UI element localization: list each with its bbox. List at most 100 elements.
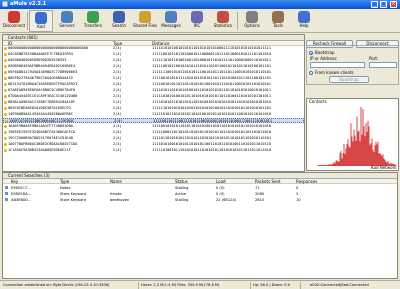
close-button[interactable]: × (390, 1, 397, 8)
contact-type: 2(4) (113, 64, 122, 68)
toolbar: Disconnect Kad Servers Transfers Search … (0, 9, 400, 33)
bootstrap-group: Bootstrap IP or Address: Port: From know… (306, 45, 399, 85)
toolbar-disconnect-button[interactable]: Disconnect (2, 10, 26, 32)
toolbar-shared-files-button[interactable]: Shared Files (133, 10, 157, 32)
toolbar-transfers-button[interactable]: Transfers (81, 10, 105, 32)
known-clients-radio[interactable] (309, 71, 313, 75)
toolbar-kad-button[interactable]: Kad (29, 10, 53, 32)
contact-row[interactable]: 05DB5D6459AF9BB4A94ED402C65B6E4 2(4) 11111… (3, 64, 304, 69)
contact-distance: 1111011010101011010101101010110101011010… (152, 136, 271, 140)
contact-type: 2(4) (113, 112, 122, 116)
contact-row[interactable]: 07A8FA8949E0F6AC0B0C5C4D0E784F8 2(4) 11110… (3, 88, 304, 93)
ip-address-input[interactable] (310, 62, 365, 68)
contact-icon (4, 131, 7, 134)
contact-distance: 1111110101010101010110101010100101101010… (152, 106, 271, 110)
contact-icon (4, 59, 7, 62)
known-clients-label: From known clients (315, 70, 354, 75)
contact-id: 04D3805D5D05D9D5DD2D3530353 (8, 58, 67, 62)
contact-distance: 1111101010100101011010101010101101101001… (152, 94, 271, 98)
contact-id: 1C1A9AC9A3DB423AA605E5DE0E21F (8, 148, 71, 152)
contact-row[interactable]: 04C05BB75E50B4A0AFE7C7BEA3CB94 2(4) 111110… (3, 52, 304, 57)
bootstrap-button[interactable]: Bootstrap (329, 76, 369, 83)
contact-id: 16A6F5B0A6F9B01AA3CF7748D01D8A (8, 124, 73, 128)
contact-icon (4, 125, 7, 128)
contact-row[interactable]: 19655E2593F324DA5BCFA4360CAEFCA 2(4) 11111… (3, 130, 304, 135)
contact-row[interactable]: 0000000000000000000000000000000000000 2(4… (3, 46, 304, 51)
search-row[interactable]: AB3E6A0... Store Keyword beethoven Stalling… (3, 197, 397, 203)
contacts-histogram (317, 107, 397, 166)
contact-id: 07A8FA8949E0F6AC0B0C5C4D0E784F8 (8, 88, 76, 92)
toolbar-tools-button[interactable]: Tools (266, 10, 290, 32)
contact-id: 06EFB2279A4679DCC6A4CDAB5AA432 (8, 76, 73, 80)
contact-type: 2(4) (113, 124, 122, 128)
kad-side-pane: Recheck Firewall Disconnect Bootstrap IP… (306, 34, 400, 172)
statistics-icon (217, 11, 229, 23)
contact-row[interactable]: 0D9C8CBEA6E82A1D0C5B7A1E0EC93 2(4) 1111110… (3, 106, 304, 111)
irc-icon (191, 11, 203, 23)
contact-icon (4, 107, 7, 110)
status-users-files: Users: 2.2 M(1.4 M) Files: 330.9 M(176.8… (141, 283, 220, 287)
contact-row[interactable]: 06EFB2279A4679DCC6A4CDAB5AA432 2(4) 111100… (3, 76, 304, 81)
column-status[interactable]: Status (175, 179, 188, 184)
contact-distance: 1111100101100101010111010110101100101101… (152, 64, 271, 68)
search-name: beethoven (110, 198, 130, 202)
contact-icon (4, 95, 7, 98)
contact-icon (4, 77, 7, 80)
contact-row[interactable]: 04D3805D5D05D9D5DD2D3530353 2(4) 111111010… (3, 58, 304, 63)
contact-row[interactable]: 156FCA7492CC8BCB09448C1129CBDC 2(4) 111100… (3, 118, 304, 123)
contact-distance: 1111101001011101010101101010101101010101… (152, 148, 271, 152)
contact-distance: 1111001101110011101011001010011010110100… (153, 119, 272, 123)
port-input[interactable] (369, 62, 397, 68)
toolbar-messages-button[interactable]: Messages (159, 10, 183, 32)
contact-type: 2(4) (113, 82, 122, 86)
bootstrap-ip-radio[interactable] (309, 51, 313, 55)
minimize-button[interactable]: _ (371, 1, 378, 8)
contact-icon (4, 71, 7, 74)
contact-type: 2(4) (113, 136, 122, 140)
contact-row[interactable]: 16A6F5B0A6F9B01AA3CF7748D01D8A 2(4) 111100… (3, 124, 304, 129)
search-icon (5, 192, 8, 195)
column-packets-sent[interactable]: Packets Sent (255, 179, 281, 184)
contact-row[interactable]: 0D9A1AA965AC219887760854284AC0F 2(4) 11110… (3, 100, 304, 105)
current-searches-panel: Current Searches (3) Key Type Name Statu… (2, 172, 398, 279)
toolbar-help-button[interactable]: Help (292, 10, 316, 32)
transfers-icon (87, 11, 99, 23)
searches-column-header: Key Type Name Status Load Packets Sent R… (3, 179, 397, 184)
toolbar-statistics-button[interactable]: Statistics (211, 10, 235, 32)
contact-row[interactable]: 1A077BAFB66AC4B0E3C9DAA1084571DA 2(4) 1111… (3, 142, 304, 147)
maximize-button[interactable]: □ (380, 1, 387, 8)
column-name[interactable]: Name (110, 179, 122, 184)
contact-type: 2(4) (113, 100, 122, 104)
status-connection: Connection established on: Byte Devils (… (3, 283, 110, 287)
toolbar-servers-button[interactable]: Servers (55, 10, 79, 32)
contacts-graph: Contacts Kad Network (306, 98, 399, 171)
column-responses[interactable]: Responses (296, 179, 317, 184)
toolbar-search-button[interactable]: Search (107, 10, 131, 32)
search-icon (5, 186, 8, 189)
contact-distance: 1111110101101001001101000101101011110110… (152, 58, 271, 62)
searches-title: Current Searches (3) (8, 173, 50, 178)
contact-type: 2(4) (113, 58, 122, 62)
toolbar-irc-button[interactable]: IRC (185, 10, 209, 32)
contact-distance: 1111010110101010100101101010101011011010… (152, 88, 271, 92)
search-icon (5, 198, 8, 201)
contacts-list[interactable]: 0000000000000000000000000000000000000 2(4… (3, 46, 304, 171)
column-search-type[interactable]: Type (60, 179, 69, 184)
contact-row[interactable]: 0621347018DA4C3A55EDE67F9ACA5923 2(4) 1111… (3, 82, 304, 87)
column-load[interactable]: Load (216, 179, 226, 184)
contact-distance: 1111010101001010101101010101010001111010… (152, 46, 271, 50)
title-bar[interactable]: aMule v2.3.1 _ □ × (0, 0, 400, 9)
contact-type: 2(4) (113, 142, 122, 146)
column-key[interactable]: Key (11, 179, 18, 184)
toolbar-options-button[interactable]: Options (240, 10, 264, 32)
contact-row[interactable]: 07D0A454A9C1E1CA9F3EAC314612D4B0 2(4) 1111… (3, 94, 304, 99)
contact-row[interactable]: 1C1A9AC9A3DB423AA605E5DE0E21F 2(4) 1111101… (3, 148, 304, 153)
status-transfer-rate: Up: 58.0 | Down: 0.0 (253, 283, 291, 287)
contact-id: 19655E2593F324DA5BCFA4360CAEFCA (8, 130, 76, 134)
contact-distance: 1111001010101111010101010101101110101001… (152, 76, 271, 80)
messages-icon (165, 11, 177, 23)
contact-row[interactable]: 19CC2566B9A7B02517607AE1CD1D48 2(4) 111101… (3, 136, 304, 141)
contact-type: 2(4) (113, 106, 122, 110)
contact-row[interactable]: 14E900B50A1493A5A44502B0A6FB6C 2(4) 111110… (3, 112, 304, 117)
contact-row[interactable]: 05F6ADD41C945A4469BA7C77DB906663 2(4) 1111… (3, 70, 304, 75)
